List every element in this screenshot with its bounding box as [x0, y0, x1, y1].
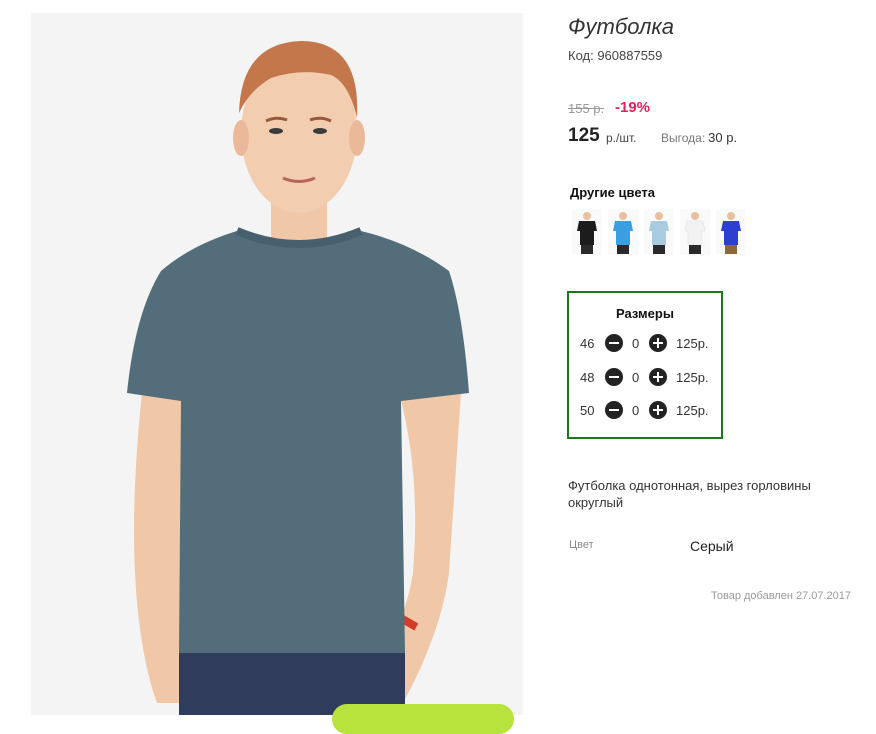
product-description: Футболка однотонная, вырез горловины окр…	[568, 478, 811, 510]
old-price: 155 р.	[568, 101, 605, 116]
benefit-value: 30 р.	[708, 130, 738, 145]
size-quantity: 0	[632, 336, 640, 351]
product-photo[interactable]	[31, 13, 523, 715]
price: 125	[568, 125, 600, 146]
size-quantity: 0	[632, 403, 640, 418]
size-price: 125р.	[676, 370, 709, 385]
other-colors-heading: Другие цвета	[570, 185, 655, 200]
size-quantity: 0	[632, 370, 640, 385]
sizes-heading: Размеры	[616, 306, 674, 321]
color-swatch-royal-blue[interactable]	[716, 209, 746, 255]
color-swatch-white[interactable]	[680, 209, 710, 255]
color-swatch-blue[interactable]	[608, 209, 638, 255]
size-price: 125р.	[676, 403, 709, 418]
added-date: Товар добавлен 27.07.2017	[711, 590, 852, 602]
product-title: Футболка	[568, 14, 674, 39]
size-label: 50	[580, 403, 595, 418]
discount-badge: -19%	[615, 99, 651, 116]
benefit-label: Выгода:	[661, 131, 706, 145]
plus-button[interactable]	[649, 368, 667, 386]
product-code: Код: 960887559	[568, 48, 663, 63]
add-to-cart-button[interactable]	[332, 704, 514, 734]
plus-button[interactable]	[649, 401, 667, 419]
benefit: Выгода: 30 р.	[661, 130, 737, 145]
product-photo-image	[31, 13, 523, 715]
minus-button[interactable]	[605, 401, 623, 419]
color-swatch-light-blue[interactable]	[644, 209, 674, 255]
size-price: 125р.	[676, 336, 709, 351]
minus-button[interactable]	[605, 334, 623, 352]
size-label: 48	[580, 370, 595, 385]
color-attribute-value: Серый	[690, 538, 734, 554]
price-unit: р./шт.	[606, 131, 637, 145]
sizes-box: Размеры 46 0 125р. 48 0 125р. 50 0 125р.	[567, 291, 723, 439]
color-swatch-black[interactable]	[572, 209, 602, 255]
color-attribute-label: Цвет	[569, 539, 594, 551]
minus-button[interactable]	[605, 368, 623, 386]
size-label: 46	[580, 336, 595, 351]
color-swatches	[572, 209, 746, 255]
plus-button[interactable]	[649, 334, 667, 352]
